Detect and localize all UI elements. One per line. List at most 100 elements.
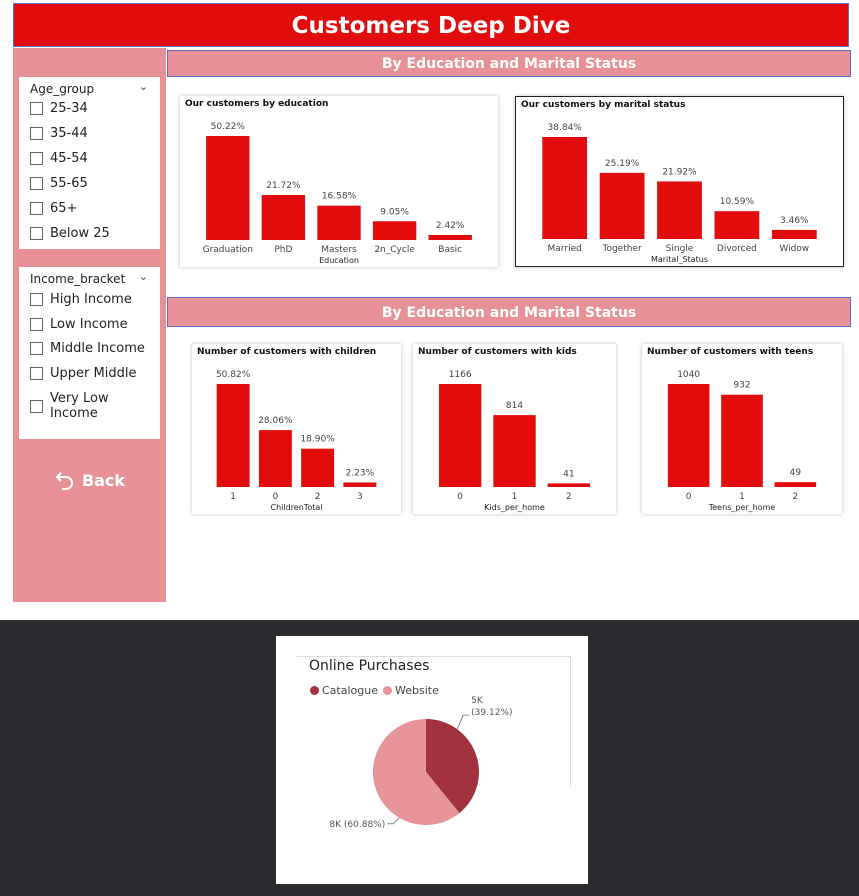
bar-0[interactable] — [438, 384, 482, 487]
data-label: 38.84% — [548, 123, 583, 133]
checkbox[interactable] — [30, 367, 43, 380]
checkbox[interactable] — [30, 127, 43, 140]
x-axis-title: ChildrenTotal — [271, 503, 323, 512]
data-label: 18.90% — [300, 435, 335, 445]
data-label: 814 — [506, 401, 523, 411]
age-option-below-25[interactable]: Below 25 — [30, 226, 110, 241]
checkbox[interactable] — [30, 342, 43, 355]
category-label: 2 — [792, 492, 798, 502]
bar-0[interactable] — [258, 430, 292, 487]
bar-2[interactable] — [547, 483, 591, 487]
checkbox[interactable] — [30, 202, 43, 215]
income-bracket-slicer: Income_bracket ⌄ High Income Low Income … — [19, 267, 160, 439]
bar-PhD[interactable] — [261, 195, 306, 240]
age-group-slicer: Age_group ⌄ 25-34 35-44 45-54 55-65 65+ … — [19, 77, 160, 249]
back-button[interactable]: Back — [13, 465, 166, 495]
data-label: 21.72% — [266, 181, 301, 191]
checkbox[interactable] — [30, 399, 43, 413]
checkbox[interactable] — [30, 318, 43, 331]
bar-1[interactable] — [216, 384, 250, 487]
data-label: 10.59% — [720, 197, 755, 207]
bar-2n_Cycle[interactable] — [372, 221, 417, 240]
category-label: 0 — [686, 492, 692, 502]
children-chart-card[interactable]: Number of customers with children 50.82%… — [192, 344, 401, 514]
income-option-low[interactable]: Low Income — [30, 317, 128, 332]
bar-Masters[interactable] — [317, 205, 361, 240]
category-label: 2 — [566, 492, 572, 502]
bar-1[interactable] — [721, 394, 763, 487]
data-label: 1040 — [677, 370, 700, 380]
category-label: 1 — [739, 492, 745, 502]
bar-Graduation[interactable] — [206, 136, 250, 240]
age-option-25-34[interactable]: 25-34 — [30, 101, 88, 116]
category-label: 1 — [230, 492, 236, 502]
x-axis-title: Marital_Status — [651, 255, 708, 264]
category-label: Basic — [438, 245, 462, 255]
category-label: 1 — [512, 492, 518, 502]
income-option-very-low[interactable]: Very Low Income — [30, 391, 160, 421]
bar-Single[interactable] — [657, 181, 702, 239]
leader-line — [387, 817, 400, 825]
category-label: Graduation — [203, 245, 253, 255]
data-label: 50.22% — [211, 122, 246, 132]
x-axis-title: Education — [319, 256, 359, 265]
data-label: 49 — [790, 468, 802, 478]
age-option-35-44[interactable]: 35-44 — [30, 126, 88, 141]
data-label: 2.42% — [436, 221, 465, 231]
bar-1[interactable] — [493, 415, 536, 487]
page-title: Customers Deep Dive — [13, 3, 849, 47]
age-group-slicer-title: Age_group — [30, 82, 95, 96]
data-label: 25.19% — [605, 159, 640, 169]
pie-label-catalogue-pct: (39.12%) — [471, 708, 512, 718]
children-bar-chart: 50.82% 1 28.06% 0 18.90% 2 2.23% 3 ChildrenTotal — [216, 370, 377, 512]
age-option-45-54[interactable]: 45-54 — [30, 151, 88, 166]
bar-0[interactable] — [667, 384, 710, 487]
category-label: 0 — [457, 492, 463, 502]
bar-3[interactable] — [343, 482, 377, 487]
bar-Married[interactable] — [542, 137, 588, 239]
age-option-65-plus[interactable]: 65+ — [30, 201, 77, 216]
income-option-middle[interactable]: Middle Income — [30, 341, 145, 356]
category-label: PhD — [274, 245, 292, 255]
education-chart-card[interactable]: Our customers by education 50.22% Graduat… — [180, 96, 498, 267]
checkbox[interactable] — [30, 293, 43, 306]
income-option-upper-middle[interactable]: Upper Middle — [30, 366, 136, 381]
checkbox[interactable] — [30, 227, 43, 240]
checkbox[interactable] — [30, 102, 43, 115]
category-label: 2 — [315, 492, 321, 502]
data-label: 16.58% — [322, 192, 357, 202]
chevron-down-icon[interactable]: ⌄ — [139, 80, 148, 93]
pie-label-catalogue: 5K — [471, 696, 484, 706]
bar-Together[interactable] — [599, 172, 645, 239]
data-label: 28.06% — [258, 416, 293, 426]
checkbox[interactable] — [30, 177, 43, 190]
chevron-down-icon[interactable]: ⌄ — [139, 270, 148, 283]
teens-chart-card[interactable]: Number of customers with teens 1040 0 932 1… — [642, 344, 842, 514]
income-option-high[interactable]: High Income — [30, 292, 132, 307]
section-header-1: By Education and Marital Status — [167, 50, 851, 77]
teens-bar-chart: 1040 0 932 1 49 2 Teens_per_home — [667, 370, 817, 512]
bar-2[interactable] — [774, 482, 817, 487]
online-purchases-pie-chart: 5K (39.12%) 8K (60.88%) — [329, 696, 512, 830]
bar-Basic[interactable] — [428, 234, 472, 240]
category-label: Masters — [321, 245, 357, 255]
data-label: 2.23% — [346, 468, 375, 478]
kids-chart-card[interactable]: Number of customers with kids 1166 0 814 1 4… — [413, 344, 616, 514]
data-label: 50.82% — [216, 370, 251, 380]
bar-Widow[interactable] — [771, 229, 817, 239]
marital-status-chart-card[interactable]: Our customers by marital status 38.84% Ma… — [515, 96, 844, 267]
education-bar-chart: 50.22% Graduation 21.72% PhD 16.58% Masters 9.… — [203, 122, 472, 265]
category-label: Widow — [779, 244, 809, 254]
category-label: 0 — [273, 492, 279, 502]
data-label: 9.05% — [380, 207, 409, 217]
data-label: 932 — [733, 381, 750, 391]
data-label: 1166 — [449, 370, 472, 380]
bar-2[interactable] — [301, 448, 335, 487]
age-option-55-65[interactable]: 55-65 — [30, 176, 88, 191]
online-purchases-card[interactable]: Online Purchases Catalogue Website 5K (39… — [276, 636, 588, 884]
checkbox[interactable] — [30, 152, 43, 165]
back-arrow-icon — [55, 472, 73, 490]
bar-Divorced[interactable] — [714, 211, 760, 239]
back-button-label: Back — [81, 470, 126, 490]
x-axis-title: Teens_per_home — [708, 503, 776, 512]
